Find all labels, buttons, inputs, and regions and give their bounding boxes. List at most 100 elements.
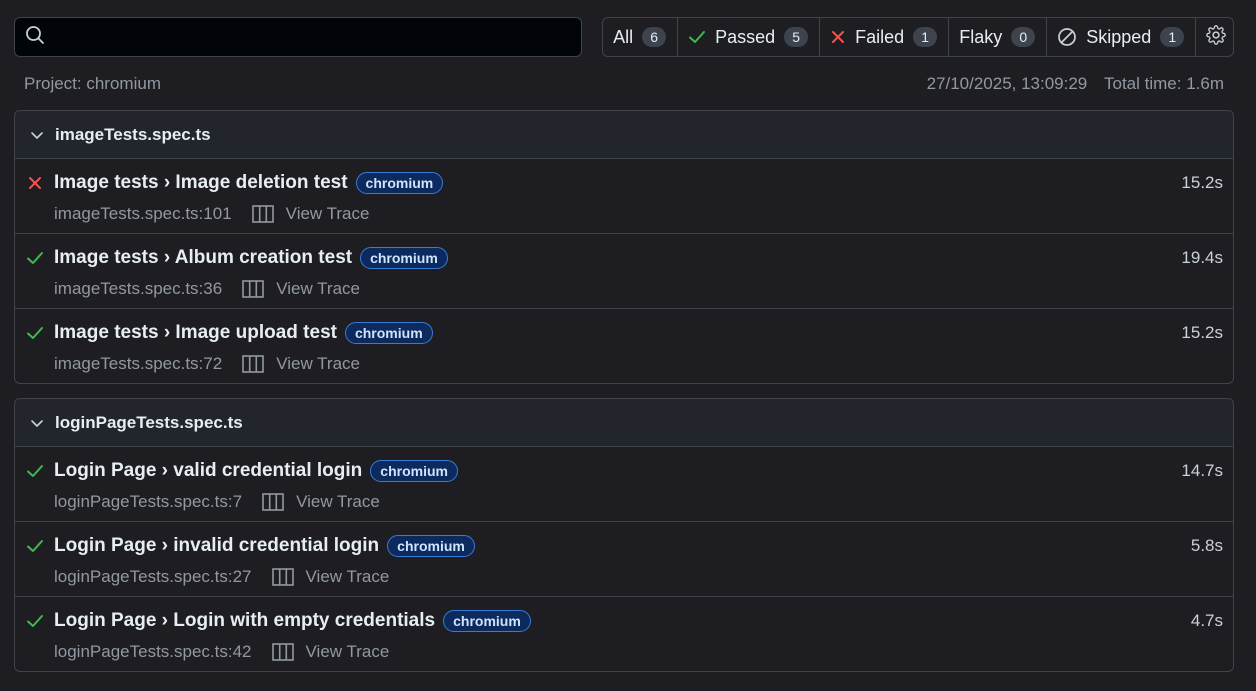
test-title-line: Login Page › invalid credential login ch… <box>54 535 475 557</box>
test-title-line: Image tests › Image deletion test chromi… <box>54 172 444 194</box>
report-meta: Project: chromium 27/10/2025, 13:09:29 T… <box>24 74 1224 98</box>
test-title-line: Image tests › Image upload test chromium <box>54 322 433 344</box>
test-duration: 15.2s <box>1181 323 1223 342</box>
test-location: loginPageTests.spec.ts:42 <box>54 642 252 661</box>
cross-icon <box>830 29 846 45</box>
filter-failed-count: 1 <box>913 27 938 47</box>
test-location-line: loginPageTests.spec.ts:42 View Trace <box>54 642 389 662</box>
settings-button[interactable] <box>1196 18 1233 56</box>
trace-icon <box>242 355 265 373</box>
chevron-down-icon <box>29 127 45 143</box>
search-box[interactable] <box>14 17 583 57</box>
test-row[interactable]: Login Page › Login with empty credential… <box>15 597 1233 671</box>
file-header[interactable]: imageTests.spec.ts <box>15 111 1233 159</box>
project-tag[interactable]: chromium <box>355 172 444 194</box>
filter-passed-label: Passed <box>715 26 776 47</box>
project-tag[interactable]: chromium <box>360 247 448 269</box>
report-timestamp: 27/10/2025, 13:09:29 <box>926 74 1088 93</box>
test-row[interactable]: Image tests › Album creation test chromi… <box>15 234 1233 309</box>
trace-icon <box>242 280 265 298</box>
test-row[interactable]: Login Page › invalid credential login ch… <box>15 522 1233 597</box>
test-title[interactable]: Image tests › Image upload test <box>54 322 337 344</box>
top-bar: All 6 Passed 5 Failed 1 Flaky 0 Skipped <box>14 17 1234 57</box>
test-location: loginPageTests.spec.ts:27 <box>54 567 252 586</box>
filter-failed-label: Failed <box>855 26 905 47</box>
test-title[interactable]: Login Page › invalid credential login <box>54 535 379 557</box>
test-location-line: loginPageTests.spec.ts:7 View Trace <box>54 492 380 512</box>
test-title[interactable]: Login Page › valid credential login <box>54 460 362 482</box>
test-row[interactable]: Login Page › valid credential login chro… <box>15 447 1233 522</box>
project-tag[interactable]: chromium <box>344 322 433 344</box>
test-location: imageTests.spec.ts:36 <box>54 279 223 298</box>
view-trace-link[interactable]: View Trace <box>271 567 390 587</box>
project-tag[interactable]: chromium <box>370 460 458 482</box>
filter-passed[interactable]: Passed 5 <box>678 18 821 56</box>
test-title[interactable]: Image tests › Album creation test <box>54 247 352 269</box>
project-label: Project: chromium <box>24 74 161 93</box>
view-trace-link[interactable]: View Trace <box>242 279 360 299</box>
test-location: loginPageTests.spec.ts:7 <box>54 492 243 511</box>
view-trace-label: View Trace <box>276 279 360 298</box>
gear-icon <box>1206 24 1227 50</box>
filter-skipped-label: Skipped <box>1086 26 1152 47</box>
test-duration: 5.8s <box>1190 536 1223 555</box>
trace-icon <box>251 205 274 223</box>
test-duration: 19.4s <box>1181 248 1223 267</box>
test-title-line: Login Page › valid credential login chro… <box>54 460 458 482</box>
passed-icon <box>26 249 44 267</box>
filter-flaky-count: 0 <box>1011 27 1036 47</box>
project-tag[interactable]: chromium <box>443 610 531 632</box>
filter-flaky-label: Flaky <box>959 26 1003 47</box>
file-header[interactable]: loginPageTests.spec.ts <box>15 399 1233 447</box>
file-group: loginPageTests.spec.ts Login Page › vali… <box>14 398 1234 672</box>
failed-icon <box>26 174 44 192</box>
test-location-line: loginPageTests.spec.ts:27 View Trace <box>54 567 389 587</box>
trace-icon <box>271 643 294 661</box>
test-title[interactable]: Login Page › Login with empty credential… <box>54 610 435 632</box>
view-trace-link[interactable]: View Trace <box>262 492 380 512</box>
test-location-line: imageTests.spec.ts:36 View Trace <box>54 279 360 299</box>
passed-icon <box>26 462 44 480</box>
filter-flaky[interactable]: Flaky 0 <box>949 18 1048 56</box>
filter-skipped[interactable]: Skipped 1 <box>1047 18 1197 56</box>
file-group: imageTests.spec.ts Image tests › Image d… <box>14 110 1234 384</box>
view-trace-label: View Trace <box>285 204 370 223</box>
file-name: loginPageTests.spec.ts <box>55 412 243 432</box>
filter-all-label: All <box>613 26 634 47</box>
file-name: imageTests.spec.ts <box>55 124 211 144</box>
report-times: 27/10/2025, 13:09:29 Total time: 1.6m <box>927 74 1224 98</box>
test-location: imageTests.spec.ts:101 <box>54 204 232 223</box>
test-location: imageTests.spec.ts:72 <box>54 354 223 373</box>
filter-skipped-count: 1 <box>1160 27 1185 47</box>
view-trace-label: View Trace <box>276 354 360 373</box>
check-icon <box>688 28 706 46</box>
trace-icon <box>271 568 294 586</box>
test-row[interactable]: Image tests › Image upload test chromium… <box>15 309 1233 383</box>
search-input[interactable] <box>53 28 582 46</box>
test-location-line: imageTests.spec.ts:101 View Trace <box>54 204 369 224</box>
filter-failed[interactable]: Failed 1 <box>820 18 950 56</box>
chevron-down-icon <box>29 415 45 431</box>
passed-icon <box>26 324 44 342</box>
test-title[interactable]: Image tests › Image deletion test <box>54 172 348 194</box>
passed-icon <box>26 537 44 555</box>
view-trace-label: View Trace <box>305 567 390 586</box>
view-trace-link[interactable]: View Trace <box>271 642 390 662</box>
test-duration: 15.2s <box>1181 173 1223 192</box>
test-duration: 4.7s <box>1190 611 1223 630</box>
view-trace-link[interactable]: View Trace <box>251 204 370 224</box>
test-location-line: imageTests.spec.ts:72 View Trace <box>54 354 360 374</box>
filter-passed-count: 5 <box>784 27 809 47</box>
view-trace-label: View Trace <box>305 642 390 661</box>
filter-all-count: 6 <box>642 27 667 47</box>
view-trace-link[interactable]: View Trace <box>242 354 360 374</box>
test-row[interactable]: Image tests › Image deletion test chromi… <box>15 159 1233 234</box>
status-filters: All 6 Passed 5 Failed 1 Flaky 0 Skipped <box>602 17 1234 57</box>
project-tag[interactable]: chromium <box>387 535 475 557</box>
passed-icon <box>26 612 44 630</box>
test-title-line: Login Page › Login with empty credential… <box>54 610 531 632</box>
test-title-line: Image tests › Album creation test chromi… <box>54 247 448 269</box>
view-trace-label: View Trace <box>296 492 380 511</box>
filter-all[interactable]: All 6 <box>603 18 679 56</box>
trace-icon <box>262 493 284 511</box>
